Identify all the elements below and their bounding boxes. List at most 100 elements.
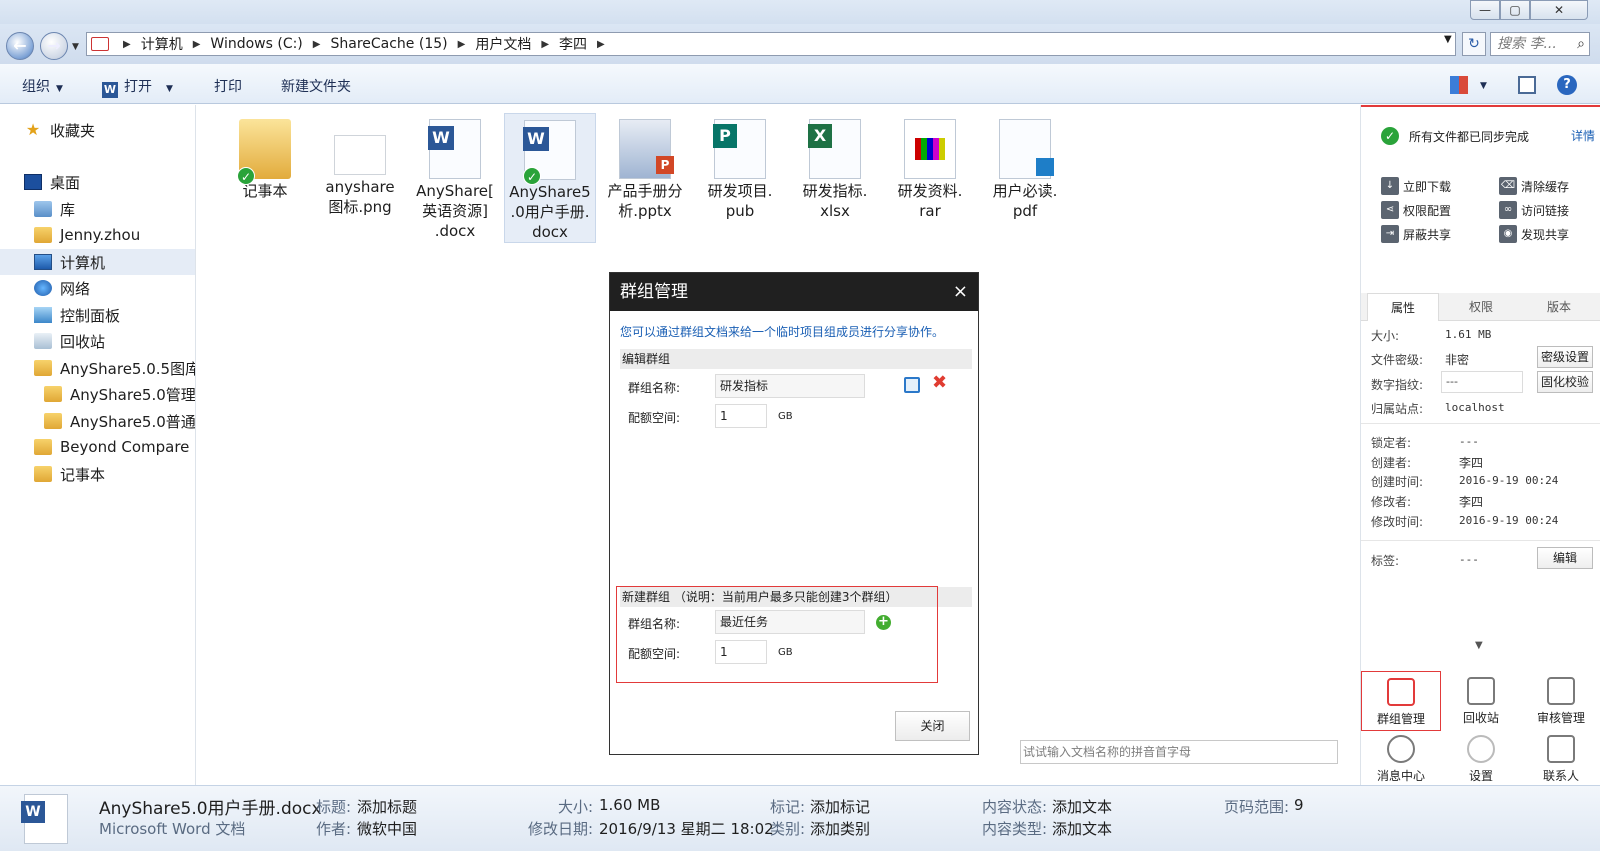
open-button[interactable]: W 打开 ▼ (102, 76, 173, 98)
close-icon[interactable]: × (953, 273, 968, 311)
file-item[interactable]: 产品手册分 析.pptx (599, 113, 691, 221)
nav-desktop[interactable]: 桌面 (0, 169, 195, 195)
details-link[interactable]: 详情 (1571, 127, 1595, 144)
eye-icon: ◉ (1499, 225, 1517, 243)
recent-pages-dropdown[interactable]: ▼ (72, 42, 79, 52)
nav-folder-notepad[interactable]: 记事本 (0, 461, 195, 487)
word-file-icon (21, 794, 68, 844)
view-options-dropdown[interactable]: ▼ (1480, 76, 1487, 92)
breadcrumb-user-docs[interactable]: 用户文档 ▶ (475, 34, 559, 54)
tag-value: --- (1459, 553, 1479, 566)
address-bar[interactable]: ▶ 计算机 ▶ Windows (C:) ▶ ShareCache (15) ▶ 用户… (86, 32, 1456, 56)
block-share-action[interactable]: ⇥ 屏蔽共享 (1381, 225, 1451, 243)
file-item[interactable]: 研发项目. pub (694, 113, 786, 221)
author-value[interactable]: 微软中国 (357, 818, 417, 839)
folder-icon (34, 227, 52, 243)
access-link-action[interactable]: ∞ 访问链接 (1499, 201, 1569, 219)
organize-button[interactable]: 组织 ▼ (22, 76, 63, 96)
nav-folder-gallery[interactable]: AnyShare5.0.5图库 (0, 355, 195, 381)
nav-control-panel[interactable]: 控制面板 (0, 302, 195, 328)
new-folder-button[interactable]: 新建文件夹 (281, 76, 351, 96)
tab-versions[interactable]: 版本 (1523, 293, 1595, 321)
maximize-button[interactable]: ▢ (1500, 0, 1530, 20)
secret-level-button[interactable]: 密级设置 (1537, 346, 1593, 368)
settings-tile[interactable]: 设置 (1441, 729, 1521, 789)
close-button[interactable]: 关闭 (895, 711, 970, 741)
nav-recycle-bin[interactable]: 回收站 (0, 328, 195, 354)
download-now-action[interactable]: ↓ 立即下载 (1381, 177, 1451, 195)
breadcrumb-drive[interactable]: Windows (C:) ▶ (210, 36, 330, 52)
file-item[interactable]: 研发资料. rar (884, 113, 976, 221)
verify-button[interactable]: 固化校验 (1537, 371, 1593, 393)
breadcrumb-sharecache[interactable]: ShareCache (15) ▶ (330, 36, 475, 52)
edit-group-quota-input[interactable]: 1 (715, 404, 767, 428)
nav-folder-admin[interactable]: AnyShare5.0管理员 (0, 381, 195, 407)
edit-group-quota-label: 配额空间: (628, 411, 681, 425)
close-window-button[interactable]: ✕ (1530, 0, 1588, 20)
category-value[interactable]: 添加类别 (810, 818, 870, 839)
recycle-bin-tile[interactable]: 回收站 (1441, 671, 1521, 731)
clear-cache-action[interactable]: ⌫ 清除缓存 (1499, 177, 1569, 195)
details-pane: AnyShare5.0用户手册.docx Microsoft Word 文档 标… (0, 785, 1600, 851)
folder-icon (34, 360, 52, 376)
permission-config-action[interactable]: ⋖ 权限配置 (1381, 201, 1451, 219)
nav-folder-beyond-compare[interactable]: Beyond Compare 3 (0, 434, 195, 460)
tag-value[interactable]: 添加标记 (810, 796, 870, 817)
contacts-tile[interactable]: 联系人 (1521, 729, 1600, 789)
discover-share-action[interactable]: ◉ 发现共享 (1499, 225, 1569, 243)
image-file-icon (334, 135, 386, 175)
file-item[interactable]: 用户必读. pdf (979, 113, 1071, 221)
breadcrumb-root[interactable]: ▶ (113, 39, 141, 50)
breadcrumb-lisi[interactable]: 李四 ▶ (559, 34, 615, 54)
edit-tag-button[interactable]: 编辑 (1537, 547, 1593, 569)
help-icon[interactable]: ? (1557, 75, 1577, 95)
network-icon (34, 280, 52, 296)
creator-value: 李四 (1459, 456, 1484, 470)
view-options-icon[interactable] (1450, 76, 1468, 94)
locker-label: 锁定者: (1371, 436, 1412, 450)
preview-pane-icon[interactable] (1518, 76, 1536, 94)
print-button[interactable]: 打印 (214, 76, 242, 96)
file-item[interactable]: 研发指标. xlsx (789, 113, 881, 221)
folder-icon (44, 386, 62, 402)
size-label: 大小: (1371, 329, 1400, 343)
forward-button[interactable]: → (40, 32, 68, 60)
download-icon: ↓ (1381, 177, 1399, 195)
group-management-tile[interactable]: 群组管理 (1361, 671, 1441, 731)
nav-user-folder[interactable]: Jenny.zhou (0, 222, 195, 248)
tab-properties[interactable]: 属性 (1367, 293, 1439, 321)
address-dropdown[interactable]: ▼ (1444, 34, 1452, 45)
content-status-value[interactable]: 添加文本 (1052, 796, 1112, 817)
chevron-down-icon[interactable]: ▼ (1475, 640, 1483, 651)
back-button[interactable]: ← (6, 32, 34, 60)
nav-network[interactable]: 网络 (0, 275, 195, 301)
message-center-tile[interactable]: 消息中心 (1361, 729, 1441, 789)
synced-check-icon: ✓ (523, 167, 541, 185)
search-input[interactable]: 搜索 李... ⌕ (1490, 32, 1590, 56)
save-icon[interactable] (904, 377, 920, 393)
nav-library[interactable]: 库 (0, 196, 195, 222)
review-management-tile[interactable]: 审核管理 (1521, 671, 1600, 731)
folder-icon (44, 413, 62, 429)
recycle-bin-icon (34, 333, 52, 349)
gear-icon (1467, 735, 1495, 763)
file-item[interactable]: ✓ 记事本 (219, 113, 311, 201)
refresh-button[interactable]: ↻ (1462, 32, 1486, 56)
nav-computer[interactable]: 计算机 (0, 249, 195, 275)
content-type-value[interactable]: 添加文本 (1052, 818, 1112, 839)
modified-time-value: 2016-9-19 00:24 (1459, 514, 1559, 527)
file-item-selected[interactable]: ✓ AnyShare5 .0用户手册. docx (504, 113, 596, 243)
title-value[interactable]: 添加标题 (357, 796, 417, 817)
nav-favorites[interactable]: ★ 收藏夹 (0, 117, 195, 143)
contacts-icon (1547, 735, 1575, 763)
nav-folder-user[interactable]: AnyShare5.0普通用户 (0, 408, 195, 434)
tab-permissions[interactable]: 权限 (1445, 293, 1517, 321)
edit-group-name-input[interactable]: 研发指标 (715, 374, 865, 398)
minimize-button[interactable]: — (1470, 0, 1500, 20)
delete-icon[interactable]: ✖ (932, 372, 947, 393)
breadcrumb-computer[interactable]: 计算机 ▶ (141, 34, 211, 54)
file-item[interactable]: anyshare 图标.png (314, 113, 406, 217)
file-item[interactable]: AnyShare[ 英语资源] .docx (409, 113, 501, 241)
property-tabs: 属性 权限 版本 (1361, 293, 1600, 321)
pinyin-search-input[interactable]: 试试输入文档名称的拼音首字母 (1020, 740, 1338, 764)
